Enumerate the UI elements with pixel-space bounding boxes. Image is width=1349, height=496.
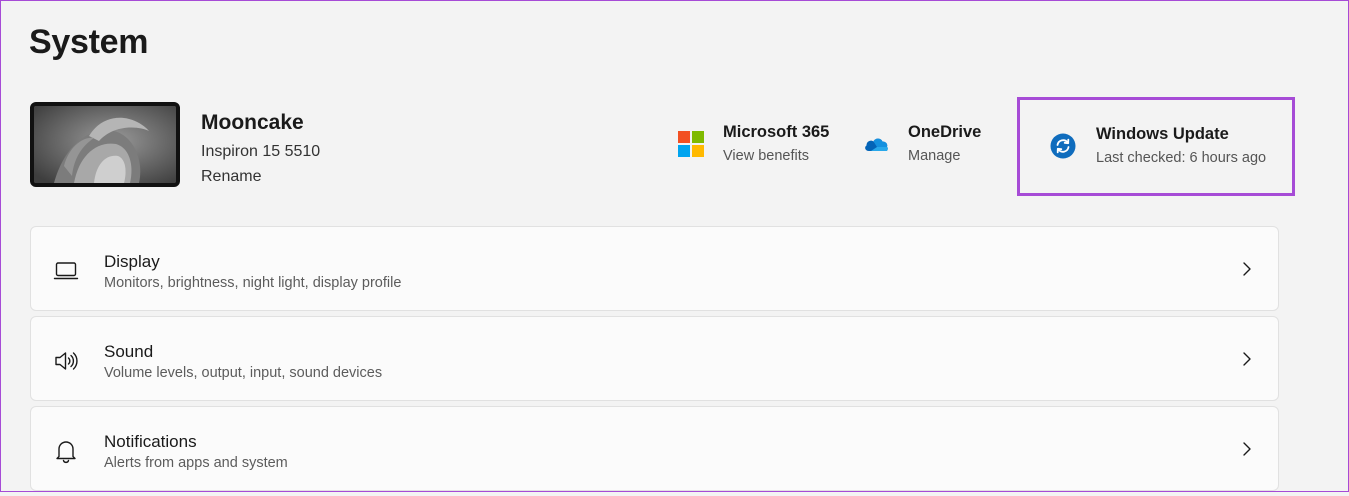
onedrive-cloud-icon [863, 131, 889, 157]
quick-link-title: OneDrive [908, 123, 982, 141]
laptop-icon [53, 258, 79, 284]
speaker-icon [53, 348, 79, 374]
windows-update-icon [1050, 133, 1076, 159]
device-wallpaper-thumbnail [30, 102, 180, 187]
page-title: System [29, 23, 149, 61]
chevron-right-icon [1240, 351, 1254, 367]
chevron-right-icon [1240, 261, 1254, 277]
microsoft-logo-icon [678, 131, 704, 157]
setting-title: Sound [104, 342, 154, 361]
device-name: Mooncake [201, 111, 304, 134]
chevron-right-icon [1240, 441, 1254, 457]
quick-link-title: Microsoft 365 [723, 123, 830, 141]
settings-list: Display Monitors, brightness, night ligh… [30, 226, 1279, 496]
bell-icon [53, 438, 79, 464]
setting-title: Display [104, 252, 160, 271]
windows-update-link[interactable]: Windows Update Last checked: 6 hours ago [1017, 97, 1295, 196]
device-model: Inspiron 15 5510 [201, 143, 321, 160]
setting-subtitle: Alerts from apps and system [104, 455, 288, 471]
quick-link-subtitle: Manage [908, 148, 961, 164]
onedrive-link[interactable]: OneDrive Manage [863, 121, 981, 164]
quick-link-title: Windows Update [1096, 125, 1229, 143]
setting-subtitle: Volume levels, output, input, sound devi… [104, 365, 383, 381]
rename-link[interactable]: Rename [201, 168, 261, 186]
setting-subtitle: Monitors, brightness, night light, displ… [104, 275, 402, 291]
microsoft-365-link[interactable]: Microsoft 365 View benefits [678, 121, 829, 164]
quick-link-subtitle: View benefits [723, 148, 809, 164]
setting-title: Notifications [104, 432, 197, 451]
setting-display[interactable]: Display Monitors, brightness, night ligh… [30, 226, 1279, 311]
setting-notifications[interactable]: Notifications Alerts from apps and syste… [30, 406, 1279, 491]
setting-sound[interactable]: Sound Volume levels, output, input, soun… [30, 316, 1279, 401]
quick-link-subtitle: Last checked: 6 hours ago [1096, 150, 1267, 166]
